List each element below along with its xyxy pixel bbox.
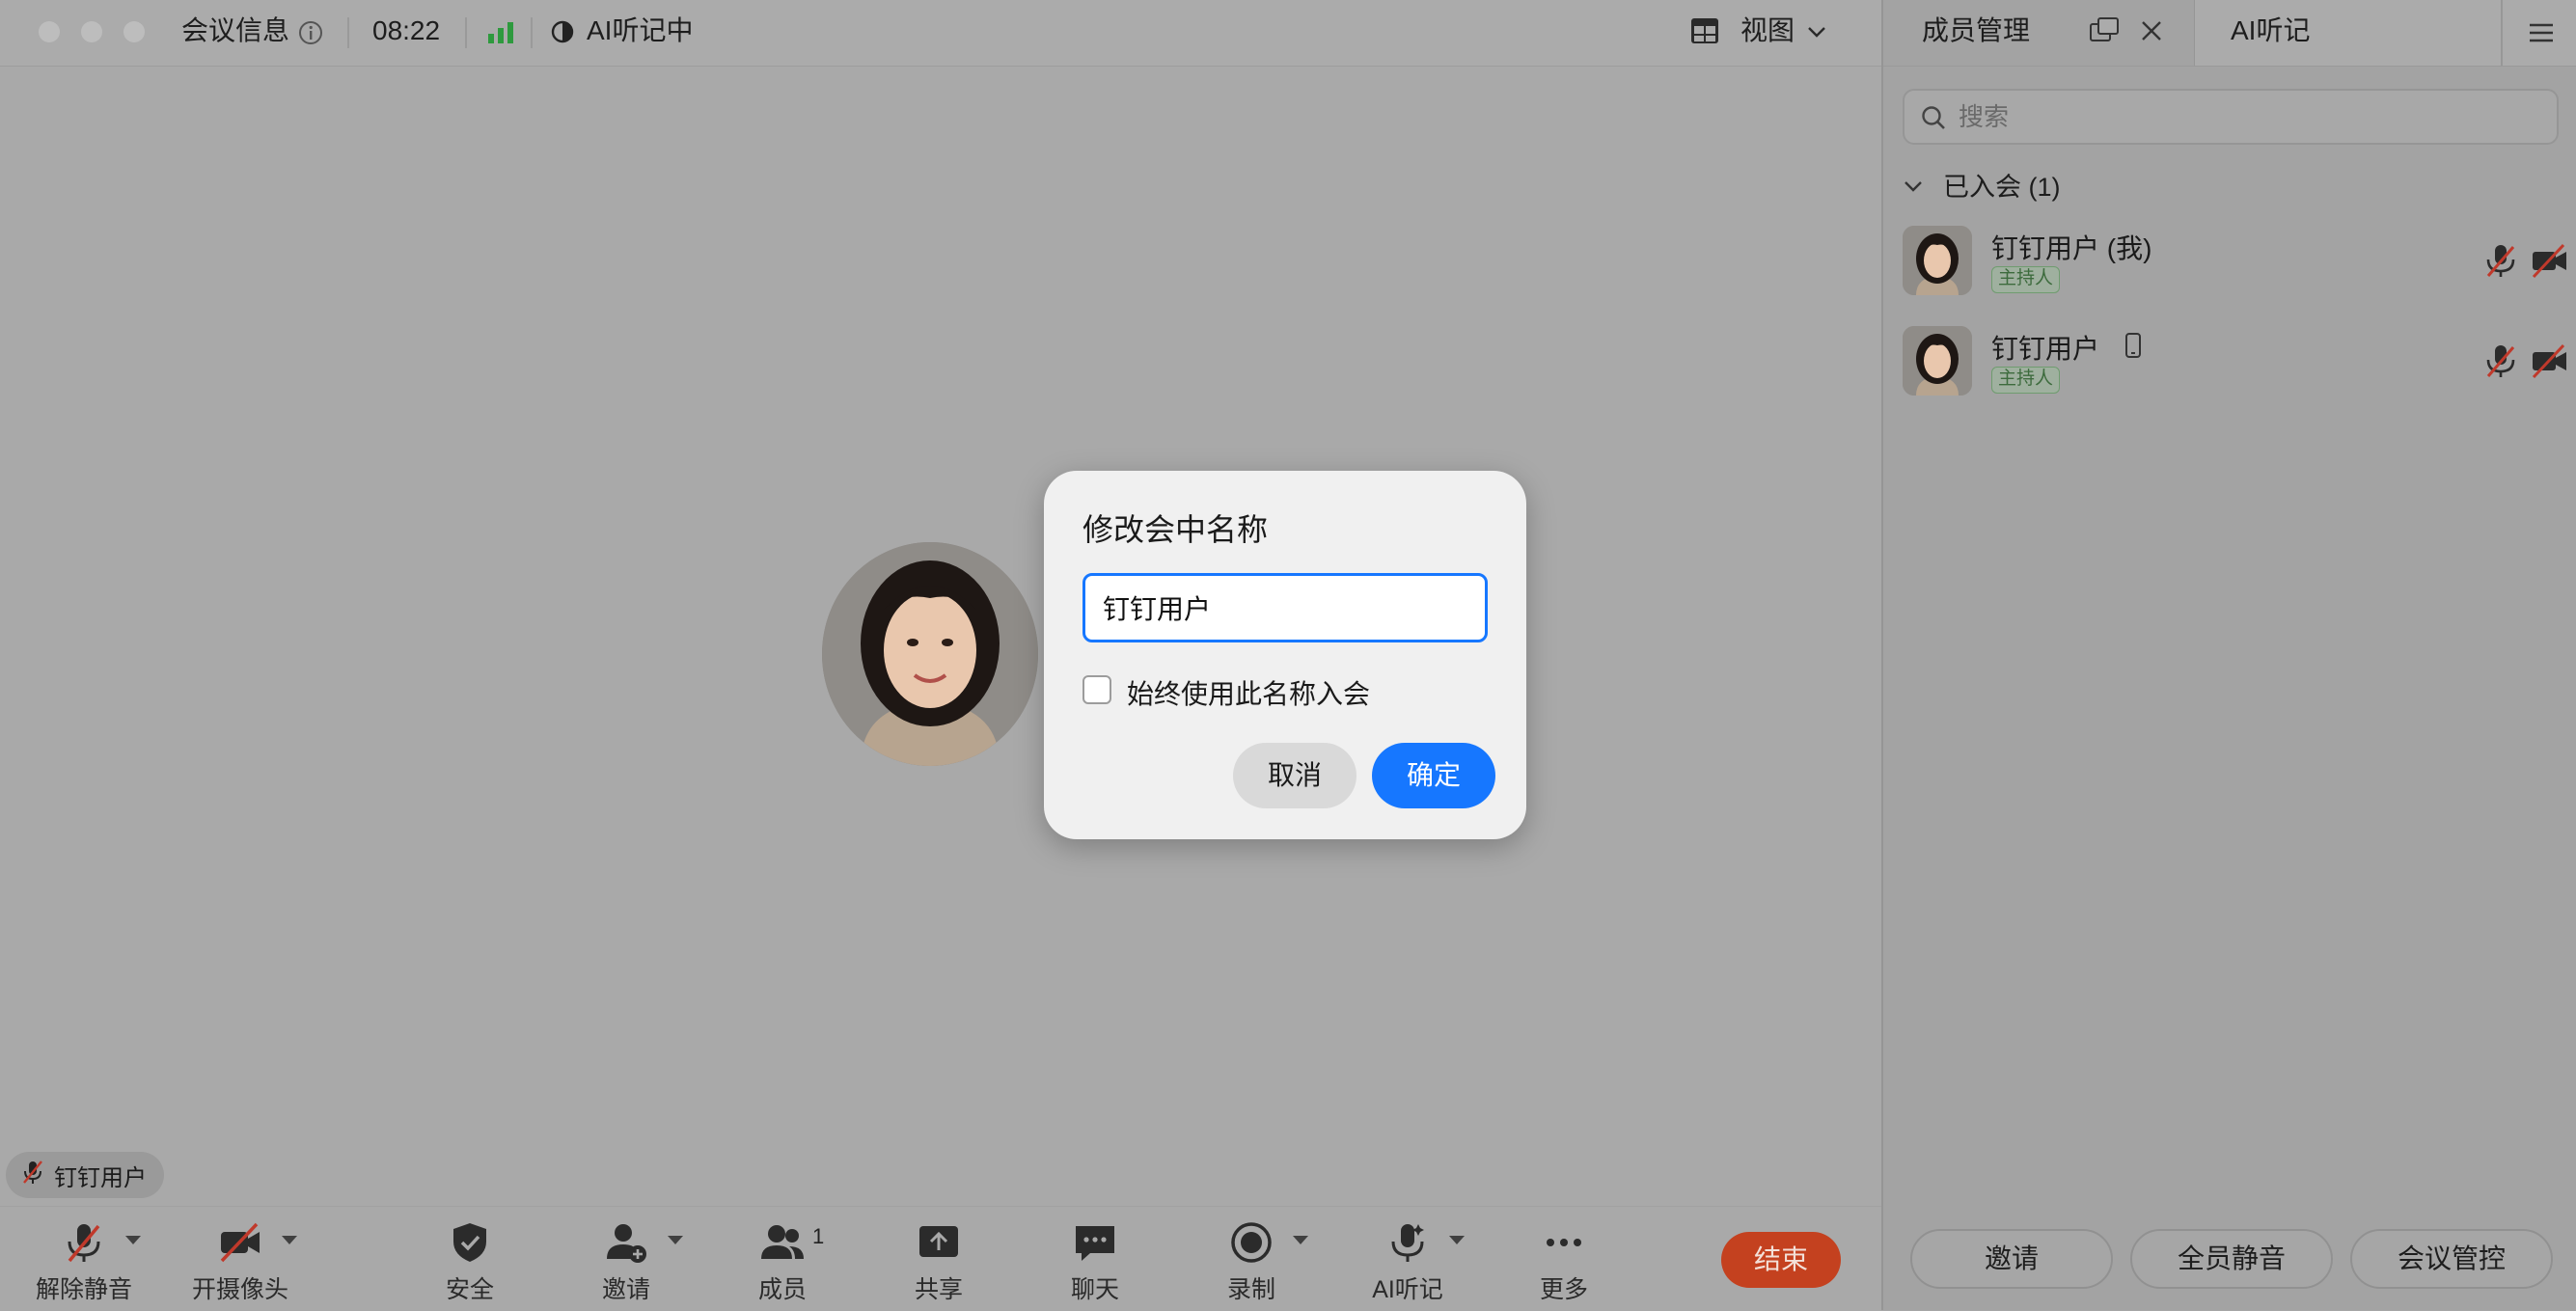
more-button[interactable]: 更多 [1501,1207,1627,1311]
tab-ai-notes[interactable]: AI听记 [2231,0,2310,66]
members-label: 成员 [757,1276,807,1303]
tab-members[interactable]: 成员管理 [1922,0,2030,66]
security-label: 安全 [445,1276,494,1303]
chat-label: 聊天 [1070,1276,1119,1303]
record-options-caret[interactable] [1293,1236,1308,1244]
invite-button[interactable]: 邀请 [1910,1229,2113,1289]
confirm-button[interactable]: 确定 [1372,743,1495,808]
chat-icon [1073,1220,1117,1265]
ai-notes-label: AI听记 [1372,1276,1443,1303]
mic-muted-icon [62,1220,106,1265]
member-name: 钉钉用户 [1991,334,2100,364]
window-close-button[interactable] [39,21,60,42]
always-use-name-checkbox[interactable] [1082,675,1111,704]
popout-window-icon[interactable] [2088,15,2121,49]
record-label: 录制 [1226,1276,1275,1303]
camera-options-caret[interactable] [282,1236,297,1244]
chat-button[interactable]: 聊天 [1032,1207,1158,1311]
member-row[interactable]: 钉钉用户 (我) 主持人 [1903,226,2568,299]
mic-muted-icon[interactable] [2481,241,2520,280]
chevron-down-icon[interactable] [1806,23,1827,45]
record-button[interactable]: 录制 [1189,1207,1314,1311]
unmute-button[interactable]: 解除静音 [21,1207,147,1311]
invite-button[interactable]: 邀请 [563,1207,689,1311]
ai-mic-icon [1385,1220,1430,1265]
share-screen-icon [917,1220,961,1265]
hamburger-menu-icon[interactable] [2528,21,2555,49]
unmute-label: 解除静音 [35,1276,132,1303]
participant-avatar [822,542,1038,766]
joined-group-label: 已入会 (1) [1943,173,2061,202]
always-use-name-label[interactable]: 始终使用此名称入会 [1127,673,1370,712]
ai-notes-button[interactable]: AI听记 [1345,1207,1470,1311]
ai-notes-options-caret[interactable] [1449,1236,1465,1244]
more-label: 更多 [1539,1276,1588,1303]
meeting-main-area: 会议信息 08:22 AI听记中 视图 钉钉用户 解除静音 开摄像头 安全 邀请… [0,0,1881,1311]
member-avatar [1903,326,1972,396]
participant-name-tag: 钉钉用户 [6,1152,164,1198]
record-icon [1229,1220,1274,1265]
mic-muted-icon [21,1160,44,1191]
mute-all-button[interactable]: 全员静音 [2130,1229,2333,1289]
ai-recording-status-icon [550,19,575,49]
display-name-input[interactable] [1082,573,1488,642]
mic-muted-icon[interactable] [2481,341,2520,380]
panel-tabs: 成员管理 AI听记 [1883,0,2576,67]
member-row[interactable]: 钉钉用户 主持人 [1903,326,2568,399]
members-button[interactable]: 1 成员 [720,1207,845,1311]
members-count-badge: 1 [812,1224,825,1248]
host-badge: 主持人 [1991,266,2061,293]
camera-button[interactable]: 开摄像头 [178,1207,303,1311]
rename-dialog: 修改会中名称 始终使用此名称入会 取消 确定 [1044,471,1526,839]
meeting-info-label[interactable]: 会议信息 [181,0,289,66]
more-dots-icon [1542,1220,1586,1265]
camera-off-icon[interactable] [2530,241,2568,280]
member-search-input[interactable]: 搜索 [1903,89,2559,145]
camera-off-icon [218,1220,262,1265]
host-badge: 主持人 [1991,367,2061,394]
ai-status-label[interactable]: AI听记中 [587,0,693,66]
divider [2501,0,2503,66]
search-icon [1920,104,1947,136]
window-zoom-button[interactable] [123,21,145,42]
info-icon[interactable] [297,19,324,51]
divider [347,17,349,48]
top-bar: 会议信息 08:22 AI听记中 视图 [0,0,1881,67]
divider [531,17,533,48]
camera-label: 开摄像头 [191,1276,288,1303]
divider [465,17,467,48]
chevron-down-icon [1905,181,1922,192]
signal-strength-icon [487,19,516,49]
member-name: 钉钉用户 (我) [1991,233,2152,263]
invite-options-caret[interactable] [668,1236,683,1244]
participant-name-label: 钉钉用户 [54,1164,147,1191]
phone-device-icon [2124,332,2142,364]
dialog-title: 修改会中名称 [1082,512,1269,547]
invite-label: 邀请 [601,1276,650,1303]
camera-off-icon[interactable] [2530,341,2568,380]
add-user-icon [604,1220,648,1265]
shield-icon [448,1220,492,1265]
bottom-toolbar: 解除静音 开摄像头 安全 邀请 1 成员 共享 聊天 录制 AI听记 更多 [0,1206,1881,1311]
view-menu-label[interactable]: 视图 [1740,0,1795,66]
members-icon [760,1220,805,1265]
close-icon[interactable] [2140,19,2163,47]
window-minimize-button[interactable] [81,21,102,42]
meeting-control-button[interactable]: 会议管控 [2350,1229,2553,1289]
search-placeholder: 搜索 [1959,102,2010,131]
meeting-timer: 08:22 [372,15,441,45]
member-avatar [1903,226,1972,295]
members-panel: 成员管理 AI听记 搜索 已入会 (1) 钉钉用户 (我) 主持人 钉钉用户 主… [1881,0,2576,1310]
security-button[interactable]: 安全 [407,1207,533,1311]
unmute-options-caret[interactable] [125,1236,141,1244]
share-button[interactable]: 共享 [876,1207,1001,1311]
share-label: 共享 [914,1276,963,1303]
grid-view-icon[interactable] [1690,17,1719,49]
end-meeting-button[interactable]: 结束 [1721,1232,1841,1288]
cancel-button[interactable]: 取消 [1233,743,1357,808]
